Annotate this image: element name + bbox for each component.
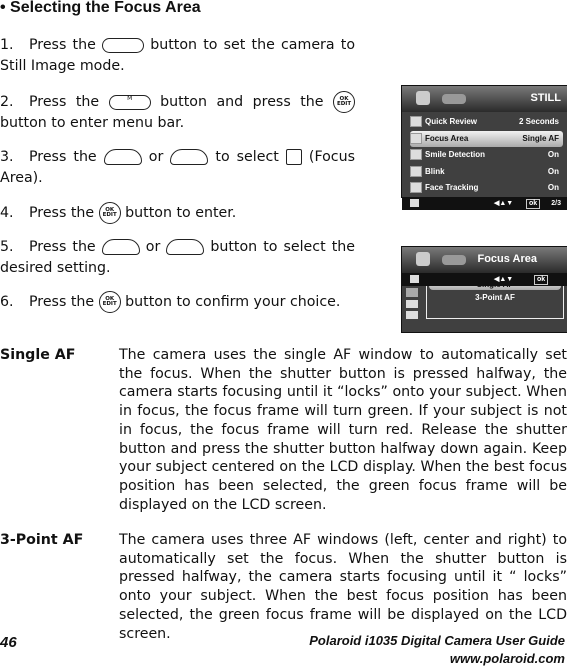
step-4: 4. Press the OK EDIT button to enter.: [0, 202, 355, 224]
lcd-focus-area-screen: Focus Area Single AF 3-Point AF ◀▲▼ ok: [401, 246, 567, 333]
lcd-menu-screen: STILL Quick Review 2 Seconds Focus Area Si…: [401, 85, 567, 210]
focus-area-icon: [285, 149, 302, 165]
menu-row-quick-review[interactable]: Quick Review 2 Seconds: [410, 114, 563, 131]
option-3-point-af[interactable]: 3-Point AF: [427, 292, 563, 303]
menu-row-face-tracking[interactable]: Face Tracking On: [410, 180, 563, 197]
focus-area-icon: [410, 132, 422, 144]
nav-arrows-icon: ◀▲▼: [494, 199, 514, 207]
down-delete-button-icon: [166, 239, 205, 255]
website-link[interactable]: www.polaroid.com: [450, 651, 565, 666]
camera-tab-icon: [416, 91, 430, 105]
definition-3-point-af: 3-Point AF The camera uses three AF wind…: [0, 532, 567, 642]
ok-edit-button-icon: OK EDIT: [98, 202, 121, 224]
step-6: 6. Press the OK EDIT button to confirm you…: [0, 291, 355, 313]
step-2: 2. Press the M button and press the OK EDI…: [0, 91, 356, 134]
settings-tab-icon: [442, 255, 466, 265]
page-number: 46: [0, 634, 17, 651]
menu-header: STILL: [402, 86, 567, 112]
guide-title: Polaroid i1035 Digital Camera User Guide: [309, 633, 565, 648]
definition-single-af: Single AF The camera uses the single AF …: [0, 347, 567, 513]
up-timer-button-icon: [101, 239, 140, 255]
nav-arrows-icon: ◀▲▼: [494, 276, 514, 283]
menu-home-icon: [410, 198, 419, 207]
blink-icon: [410, 165, 422, 177]
ok-edit-button-icon: OK EDIT: [333, 91, 356, 113]
menu-home-icon: [410, 275, 419, 283]
quick-review-icon: [410, 116, 422, 128]
page-indicator: 2/3: [551, 199, 561, 207]
step-1: 1. Press the button to set the camera to …: [0, 37, 356, 74]
menu-row-focus-area[interactable]: Focus Area Single AF: [410, 130, 563, 147]
manual-page: • Selecting the Focus Area 1. Press the b…: [0, 0, 567, 669]
down-delete-button-icon: [170, 149, 209, 165]
menu-row-smile-detection[interactable]: Smile Detection On: [410, 147, 563, 164]
step-3: 3. Press the or to select (Focus Area).: [0, 149, 355, 186]
menu-row-blink[interactable]: Blink On: [410, 164, 563, 181]
menu-button-icon: M: [108, 94, 151, 110]
menu-footer: ◀▲▼ ok 2/3: [402, 196, 567, 210]
smile-detection-icon: [410, 149, 422, 161]
ok-edit-button-icon: OK EDIT: [98, 291, 121, 313]
settings-tab-icon: [442, 94, 466, 104]
up-timer-button-icon: [103, 149, 142, 165]
face-tracking-icon: [410, 182, 422, 194]
step-5: 5. Press the or button to select the desi…: [0, 239, 355, 276]
mode-button-icon: [102, 37, 145, 53]
camera-tab-icon: [416, 252, 430, 266]
section-title: • Selecting the Focus Area: [0, 0, 201, 16]
